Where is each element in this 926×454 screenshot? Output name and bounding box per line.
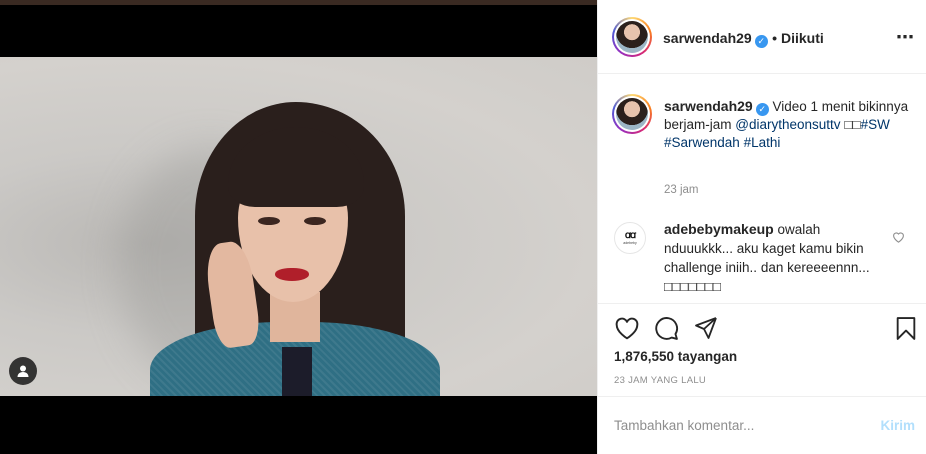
caption-mention[interactable]: @diarytheonsuttv — [735, 117, 840, 132]
share-icon[interactable] — [694, 316, 718, 340]
video-frame[interactable] — [0, 57, 597, 396]
person-eye-right — [304, 217, 326, 225]
action-bar: 1,876,550 tayangan 23 JAM YANG LALU — [598, 303, 926, 395]
author-avatar[interactable] — [612, 17, 652, 57]
comment-icon[interactable] — [654, 316, 679, 341]
comment-item: adebebymakeup owalah nduuukkk... aku kag… — [664, 220, 886, 296]
comments-section: sarwendah29 ✓ Video 1 menit bikinnya berj… — [598, 75, 926, 303]
commenter-logo-sub: adebeby — [623, 241, 637, 245]
caption-time[interactable]: 23 jam — [664, 184, 699, 196]
caption-username[interactable]: sarwendah29 — [664, 98, 753, 114]
add-comment-bar: Tambahkan komentar... Kirim — [598, 396, 926, 454]
caption-avatar[interactable] — [612, 94, 652, 134]
post-comment-button[interactable]: Kirim — [880, 418, 915, 433]
follow-status[interactable]: • Diikuti — [772, 30, 824, 46]
person-eye-left — [258, 217, 280, 225]
tagged-people-button[interactable] — [9, 357, 37, 385]
verified-icon: ✓ — [754, 35, 768, 48]
comment-input[interactable]: Tambahkan komentar... — [614, 418, 754, 433]
view-count[interactable]: 1,876,550 tayangan — [614, 349, 737, 364]
posted-time[interactable]: 23 JAM YANG LALU — [614, 375, 706, 386]
post-panel: sarwendah29 ✓ • Diikuti ⋯ sarwendah29 ✓ Vi… — [597, 0, 926, 454]
heart-icon[interactable] — [614, 316, 640, 340]
hashtag-sarwendah[interactable]: #Sarwendah — [664, 135, 740, 150]
comment-like-heart-icon[interactable] — [892, 231, 905, 243]
verified-icon: ✓ — [755, 103, 769, 116]
hashtag-lathi[interactable]: #Lathi — [744, 135, 781, 150]
person-icon — [17, 365, 29, 377]
person-inner-top — [282, 347, 312, 396]
bookmark-icon[interactable] — [895, 316, 917, 341]
author-username[interactable]: sarwendah29 — [663, 30, 752, 46]
comment-username[interactable]: adebebymakeup — [664, 221, 774, 237]
person-lips — [275, 268, 309, 281]
video-player[interactable] — [0, 0, 597, 454]
caption: sarwendah29 ✓ Video 1 menit bikinnya berj… — [664, 97, 914, 152]
caption-emoji: □□ — [844, 117, 861, 132]
author-line: sarwendah29 ✓ • Diikuti — [663, 30, 824, 48]
hashtag-sw[interactable]: #SW — [861, 117, 890, 132]
commenter-logo: ꭤꭤ — [624, 230, 636, 241]
commenter-avatar[interactable]: ꭤꭤ adebeby — [614, 222, 646, 254]
post-header: sarwendah29 ✓ • Diikuti ⋯ — [598, 0, 926, 74]
top-strip — [0, 0, 597, 5]
more-options-icon[interactable]: ⋯ — [896, 27, 915, 48]
